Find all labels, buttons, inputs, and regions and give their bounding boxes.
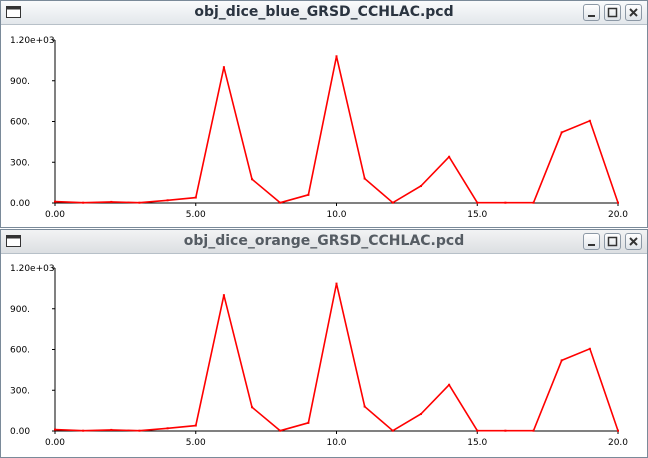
minimize-icon <box>588 15 595 17</box>
data-point <box>560 131 563 134</box>
x-tick-label: 5.00 <box>186 210 206 220</box>
data-point <box>335 282 338 285</box>
maximize-button[interactable] <box>604 4 621 21</box>
data-point <box>476 429 479 432</box>
data-point <box>419 413 422 416</box>
plot-window-blue: obj_dice_blue_GRSD_CCHLAC.pcd 0.00 300. 60… <box>0 0 648 228</box>
data-point <box>110 428 113 431</box>
data-point <box>476 201 479 204</box>
data-point <box>560 359 563 362</box>
x-tick-label: 15.0 <box>467 438 487 448</box>
data-point <box>82 429 85 432</box>
x-tick-label: 15.0 <box>467 210 487 220</box>
y-tick-label: 1.20e+03 <box>10 264 55 274</box>
y-tick-label: 300. <box>10 158 30 168</box>
data-point <box>363 177 366 180</box>
close-icon <box>629 8 638 17</box>
data-point <box>307 421 310 424</box>
data-point <box>391 201 394 204</box>
data-point <box>194 424 197 427</box>
data-point <box>166 427 169 430</box>
close-icon <box>629 237 638 246</box>
data-point <box>363 405 366 408</box>
y-tick-label: 600. <box>10 118 30 128</box>
data-point <box>54 200 56 203</box>
close-button[interactable] <box>625 4 642 21</box>
data-point <box>504 201 507 204</box>
data-point <box>222 66 225 69</box>
x-tick-label: 0.00 <box>45 210 65 220</box>
data-point <box>166 199 169 202</box>
data-point <box>138 201 141 204</box>
data-point <box>617 201 619 204</box>
series-line <box>54 283 619 432</box>
data-point <box>419 185 422 188</box>
data-point <box>448 383 451 386</box>
y-tick-label: 0.00 <box>10 199 30 209</box>
data-point <box>448 155 451 158</box>
data-point <box>251 406 254 409</box>
window-title: obj_dice_blue_GRSD_CCHLAC.pcd <box>194 4 454 20</box>
maximize-icon <box>607 7 618 18</box>
data-point <box>617 429 619 432</box>
close-button[interactable] <box>625 233 642 250</box>
y-tick-label: 600. <box>10 346 30 356</box>
histogram-chart: 0.00 300. 600. 900. 1.20e+03 0.00 5.00 10.0 15.0… <box>10 36 628 220</box>
data-point <box>307 193 310 196</box>
data-point <box>222 294 225 297</box>
data-point <box>82 201 85 204</box>
data-point <box>251 178 254 181</box>
x-tick-label: 10.0 <box>326 210 346 220</box>
data-point <box>138 429 141 432</box>
data-point <box>532 201 535 204</box>
minimize-button[interactable] <box>583 233 600 250</box>
data-point <box>279 201 282 204</box>
data-point <box>110 200 113 203</box>
data-point <box>194 196 197 199</box>
histogram-chart: 0.00 300. 600. 900. 1.20e+03 0.00 5.00 10.0 15.0… <box>10 264 628 448</box>
x-tick-label: 20.0 <box>608 210 628 220</box>
minimize-button[interactable] <box>583 4 600 21</box>
plot-window-orange: obj_dice_orange_GRSD_CCHLAC.pcd 0.00 300.… <box>0 229 648 458</box>
maximize-icon <box>607 236 618 247</box>
data-point <box>279 429 282 432</box>
y-tick-label: 900. <box>10 77 30 87</box>
x-tick-label: 10.0 <box>326 438 346 448</box>
x-tick-label: 5.00 <box>186 438 206 448</box>
y-tick-label: 0.00 <box>10 427 30 437</box>
title-bar[interactable]: obj_dice_blue_GRSD_CCHLAC.pcd <box>1 1 647 25</box>
data-point <box>335 55 338 58</box>
x-tick-label: 0.00 <box>45 438 65 448</box>
y-tick-label: 300. <box>10 386 30 396</box>
data-point <box>391 429 394 432</box>
maximize-button[interactable] <box>604 233 621 250</box>
x-tick-label: 20.0 <box>608 438 628 448</box>
window-title: obj_dice_orange_GRSD_CCHLAC.pcd <box>183 233 465 249</box>
title-bar[interactable]: obj_dice_orange_GRSD_CCHLAC.pcd <box>1 230 647 254</box>
data-point <box>588 347 591 350</box>
data-point <box>532 429 535 432</box>
y-tick-label: 1.20e+03 <box>10 36 55 46</box>
data-point <box>504 429 507 432</box>
y-tick-label: 900. <box>10 305 30 315</box>
minimize-icon <box>588 244 595 246</box>
data-point <box>54 428 56 431</box>
series-line <box>54 56 619 204</box>
data-point <box>588 119 591 122</box>
